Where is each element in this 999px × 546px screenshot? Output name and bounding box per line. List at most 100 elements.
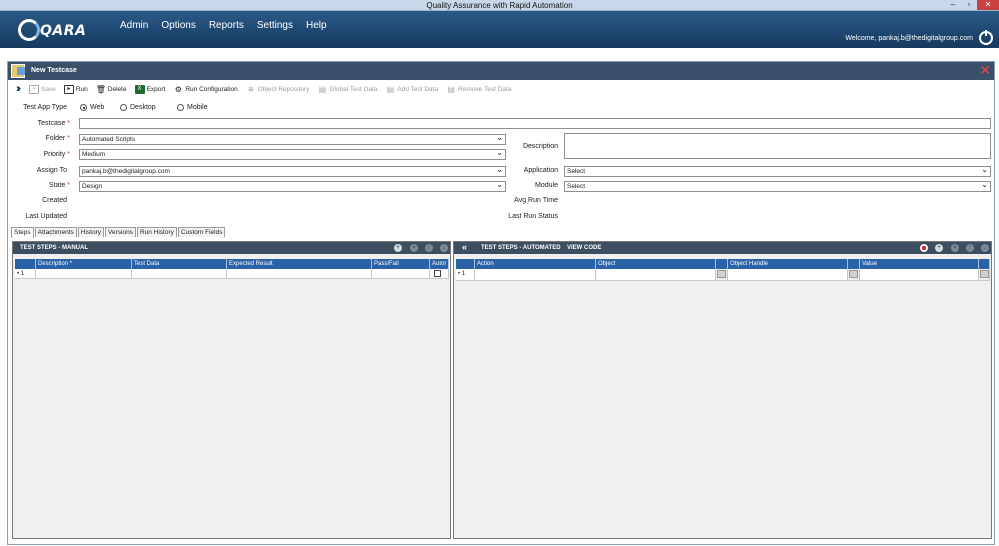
col-object-handle[interactable]: Object Handle	[728, 259, 848, 269]
object-repository-button[interactable]: ⛯ Object Repository	[246, 85, 310, 94]
run-configuration-button[interactable]: ⚙ Run Configuration	[173, 85, 238, 94]
logo-q-icon	[18, 19, 40, 41]
move-down-icon[interactable]: ↓	[440, 244, 448, 252]
move-action-up-icon[interactable]: ↑	[966, 244, 974, 252]
row-marker: • 1	[15, 269, 36, 278]
tab-bar: Steps Attachments History Versions Run H…	[11, 227, 226, 238]
created-label: Created	[42, 197, 67, 204]
window-close-button[interactable]: ✕	[977, 0, 999, 10]
col-description[interactable]: Description *	[36, 259, 132, 269]
automated-steps-grid: « TEST STEPS - AUTOMATED VIEW CODE + ▪ ↑…	[453, 241, 992, 539]
collapse-chevrons-icon[interactable]: «	[462, 242, 467, 252]
col-value[interactable]: Value	[860, 259, 979, 269]
export-button[interactable]: X Export	[134, 84, 165, 94]
description-textarea[interactable]	[564, 133, 991, 159]
new-testcase-panel: New Testcase ✕ ››› ▪ Save ▸ Run 🗑 Delete…	[7, 61, 995, 545]
add-action-icon[interactable]: +	[935, 244, 943, 252]
radio-web[interactable]: Web	[80, 104, 104, 111]
col-pass-fail[interactable]: Pass/Fail	[372, 259, 430, 269]
add-test-data-button[interactable]: ▤ Add Test Data	[385, 84, 439, 94]
add-data-icon: ▤	[386, 84, 395, 94]
delete-step-icon[interactable]: ▪	[410, 244, 418, 252]
qara-logo[interactable]: QARA	[18, 19, 86, 43]
col-expected-result[interactable]: Expected Result	[227, 259, 372, 269]
application-label: Application	[523, 167, 558, 174]
minimize-button[interactable]: –	[945, 0, 961, 10]
remove-test-data-button[interactable]: ▤ Remove Test Data	[446, 85, 511, 94]
automated-checkbox[interactable]	[434, 270, 441, 277]
welcome-text: Welcome, pankaj.b@thedigitalgroup.com	[845, 35, 973, 42]
cell-description[interactable]	[36, 269, 132, 278]
database-icon: ▤	[318, 84, 327, 94]
description-label: Description	[522, 143, 558, 150]
nav-help[interactable]: Help	[306, 20, 327, 31]
radio-desktop-dot	[120, 104, 127, 111]
delete-action-icon[interactable]: ▪	[951, 244, 959, 252]
cell-automated	[430, 269, 449, 278]
delete-button[interactable]: 🗑 Delete	[96, 85, 127, 94]
folder-label: Folder *	[45, 135, 70, 142]
move-up-icon[interactable]: ↑	[425, 244, 433, 252]
module-select[interactable]: Select	[564, 180, 991, 192]
cell-handle-picker	[848, 269, 860, 280]
col-action[interactable]: Action	[475, 259, 596, 269]
tab-attachments[interactable]: Attachments	[34, 227, 77, 237]
cell-action[interactable]	[475, 269, 596, 280]
col-automated[interactable]: Autor	[430, 259, 449, 269]
value-picker-button[interactable]	[980, 270, 989, 278]
save-button[interactable]: ▪ Save	[29, 84, 56, 94]
move-action-down-icon[interactable]: ↓	[981, 244, 989, 252]
toolbar: ››› ▪ Save ▸ Run 🗑 Delete X Export ⚙ Run…	[16, 83, 511, 95]
radio-desktop[interactable]: Desktop	[120, 104, 156, 111]
radio-web-dot	[80, 104, 87, 111]
record-icon[interactable]	[920, 244, 928, 252]
col-object[interactable]: Object	[596, 259, 716, 269]
maximize-button[interactable]: ▫	[961, 0, 977, 10]
testcase-input[interactable]	[79, 118, 991, 129]
nav-settings[interactable]: Settings	[257, 20, 293, 31]
cell-test-data[interactable]	[132, 269, 227, 278]
view-code-link[interactable]: VIEW CODE	[567, 245, 601, 251]
tab-run-history[interactable]: Run History	[136, 227, 177, 237]
power-icon[interactable]	[979, 30, 993, 45]
remove-data-icon: ▤	[447, 84, 455, 94]
panel-header: New Testcase ✕	[8, 62, 994, 80]
manual-table-row[interactable]: • 1	[15, 269, 449, 279]
folder-select[interactable]: Automated Scripts	[79, 133, 506, 145]
tab-steps[interactable]: Steps	[11, 227, 34, 238]
expand-chevrons-icon[interactable]: ›››	[16, 83, 21, 95]
row-marker: • 1	[456, 269, 475, 280]
global-test-data-button[interactable]: ▤ Global Test Data	[317, 84, 378, 94]
testcase-label: Testcase *	[37, 120, 70, 127]
application-select[interactable]: Select	[564, 165, 991, 177]
panel-close-icon[interactable]: ✕	[979, 63, 991, 77]
nav-options[interactable]: Options	[161, 20, 195, 31]
tab-versions[interactable]: Versions	[105, 227, 136, 237]
col-row-marker	[456, 259, 475, 269]
automated-table-row[interactable]: • 1	[456, 269, 990, 281]
col-object-picker	[716, 259, 728, 269]
col-test-data[interactable]: Test Data	[132, 259, 227, 269]
nav-reports[interactable]: Reports	[209, 20, 244, 31]
cell-expected-result[interactable]	[227, 269, 372, 278]
cell-object[interactable]	[596, 269, 716, 280]
avg-run-time-label: Avg Run Time	[514, 197, 558, 204]
assign-to-select[interactable]: pankaj.b@thedigitalgroup.com	[79, 165, 506, 177]
handle-picker-button[interactable]	[849, 270, 858, 278]
object-picker-button[interactable]	[717, 270, 726, 278]
col-handle-picker	[848, 259, 860, 269]
manual-grid-title: TEST STEPS - MANUAL	[20, 245, 89, 251]
nav-admin[interactable]: Admin	[120, 20, 148, 31]
run-button[interactable]: ▸ Run	[63, 84, 88, 94]
cell-pass-fail[interactable]	[372, 269, 430, 278]
assign-to-label: Assign To	[36, 167, 67, 174]
state-select[interactable]: Design	[79, 180, 506, 192]
tab-custom-fields[interactable]: Custom Fields	[177, 227, 226, 237]
priority-select[interactable]: Medium	[79, 148, 506, 160]
add-step-icon[interactable]: +	[394, 244, 402, 252]
tab-history[interactable]: History	[77, 227, 104, 237]
cell-value[interactable]	[860, 269, 979, 280]
cell-object-handle[interactable]	[728, 269, 848, 280]
radio-mobile[interactable]: Mobile	[177, 104, 208, 111]
save-icon: ▪	[29, 84, 39, 94]
